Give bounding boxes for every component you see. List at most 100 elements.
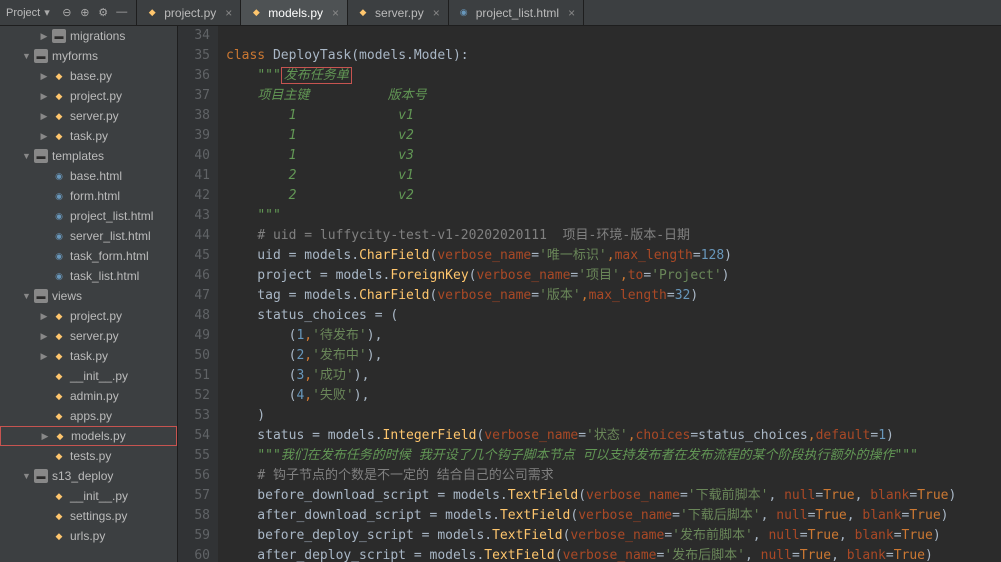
code-line[interactable]: status = models.IntegerField(verbose_nam… (226, 426, 1001, 446)
tree-arrow-icon[interactable]: ▶ (41, 431, 49, 442)
tree-item[interactable]: ▶◆models.py (0, 426, 177, 446)
tree-arrow-icon[interactable]: ▶ (40, 111, 48, 122)
tree-item[interactable]: ◆urls.py (0, 526, 177, 546)
tree-arrow-icon[interactable]: ▼ (22, 51, 30, 61)
project-tool-header: Project ▾ ⊖ ⊕ ⚙ — (0, 0, 137, 25)
tree-item[interactable]: ▶▬migrations (0, 26, 177, 46)
code-line[interactable]: 1 v2 (226, 126, 1001, 146)
tree-item[interactable]: ▶◆server.py (0, 326, 177, 346)
tree-label: __init__.py (70, 489, 128, 503)
line-number: 55 (178, 446, 210, 466)
code-line[interactable]: after_download_script = models.TextField… (226, 506, 1001, 526)
close-icon[interactable]: × (568, 6, 575, 20)
editor-tab[interactable]: ◉project_list.html× (449, 0, 584, 25)
code-line[interactable]: after_deploy_script = models.TextField(v… (226, 546, 1001, 562)
code-line[interactable]: class DeployTask(models.Model): (226, 46, 1001, 66)
line-number: 37 (178, 86, 210, 106)
tree-item[interactable]: ▶◆project.py (0, 306, 177, 326)
line-number: 59 (178, 526, 210, 546)
tree-item[interactable]: ◆tests.py (0, 446, 177, 466)
code-line[interactable]: ) (226, 406, 1001, 426)
tree-item[interactable]: ▶◆task.py (0, 346, 177, 366)
tree-item[interactable]: ▶◆task.py (0, 126, 177, 146)
line-number: 50 (178, 346, 210, 366)
tree-arrow-icon[interactable]: ▼ (22, 151, 30, 161)
code-line[interactable]: # 钩子节点的个数是不一定的 结合自己的公司需求 (226, 466, 1001, 486)
tree-item[interactable]: ▼▬s13_deploy (0, 466, 177, 486)
code-line[interactable]: """ (226, 206, 1001, 226)
tree-item[interactable]: ◆apps.py (0, 406, 177, 426)
code-line[interactable]: (4,'失败'), (226, 386, 1001, 406)
dropdown-icon[interactable]: ▾ (44, 6, 58, 20)
tree-item[interactable]: ◉project_list.html (0, 206, 177, 226)
tree-item[interactable]: ◉form.html (0, 186, 177, 206)
code-area[interactable]: class DeployTask(models.Model): """发布任务单… (218, 26, 1001, 562)
tree-item[interactable]: ▼▬templates (0, 146, 177, 166)
code-line[interactable]: (2,'发布中'), (226, 346, 1001, 366)
code-line[interactable]: 2 v1 (226, 166, 1001, 186)
tree-item[interactable]: ▶◆project.py (0, 86, 177, 106)
tree-label: base.html (70, 169, 122, 183)
tree-arrow-icon[interactable]: ▶ (40, 31, 48, 42)
tree-arrow-icon[interactable]: ▼ (22, 471, 30, 481)
tree-arrow-icon[interactable]: ▶ (40, 331, 48, 342)
py-icon: ◆ (52, 309, 66, 323)
tree-item[interactable]: ▼▬myforms (0, 46, 177, 66)
code-line[interactable]: (3,'成功'), (226, 366, 1001, 386)
tree-arrow-icon[interactable]: ▶ (40, 351, 48, 362)
editor-tab[interactable]: ◆models.py× (241, 0, 348, 25)
tree-item[interactable]: ◉task_list.html (0, 266, 177, 286)
code-line[interactable] (226, 26, 1001, 46)
tree-item[interactable]: ◆__init__.py (0, 486, 177, 506)
close-icon[interactable]: × (433, 6, 440, 20)
collapse-icon[interactable]: ⊖ (62, 6, 76, 20)
tree-item[interactable]: ▶◆server.py (0, 106, 177, 126)
code-line[interactable]: project = models.ForeignKey(verbose_name… (226, 266, 1001, 286)
tree-arrow-icon[interactable]: ▶ (40, 311, 48, 322)
line-number: 56 (178, 466, 210, 486)
project-tree[interactable]: ▶▬migrations▼▬myforms▶◆base.py▶◆project.… (0, 26, 178, 562)
code-line[interactable]: # uid = luffycity-test-v1-20202020111 项目… (226, 226, 1001, 246)
tree-item[interactable]: ▶◆base.py (0, 66, 177, 86)
tree-item[interactable]: ◉base.html (0, 166, 177, 186)
code-line[interactable]: 1 v3 (226, 146, 1001, 166)
tree-item[interactable]: ◆settings.py (0, 506, 177, 526)
tree-arrow-icon[interactable]: ▶ (40, 71, 48, 82)
tree-item[interactable]: ◉server_list.html (0, 226, 177, 246)
close-icon[interactable]: × (225, 6, 232, 20)
tab-label: project_list.html (476, 6, 559, 20)
line-number: 53 (178, 406, 210, 426)
close-icon[interactable]: × (332, 6, 339, 20)
hide-icon[interactable]: — (116, 6, 130, 20)
code-line[interactable]: before_download_script = models.TextFiel… (226, 486, 1001, 506)
line-number: 48 (178, 306, 210, 326)
line-number: 47 (178, 286, 210, 306)
tree-arrow-icon[interactable]: ▶ (40, 131, 48, 142)
code-line[interactable]: (1,'待发布'), (226, 326, 1001, 346)
expand-icon[interactable]: ⊕ (80, 6, 94, 20)
code-line[interactable]: uid = models.CharField(verbose_name='唯一标… (226, 246, 1001, 266)
code-editor[interactable]: 3435363738394041424344454647484950515253… (178, 26, 1001, 562)
tree-arrow-icon[interactable]: ▶ (40, 91, 48, 102)
editor-tab[interactable]: ◆server.py× (348, 0, 449, 25)
line-number: 41 (178, 166, 210, 186)
code-line[interactable]: 1 v1 (226, 106, 1001, 126)
code-line[interactable]: status_choices = ( (226, 306, 1001, 326)
code-line[interactable]: 项目主键 版本号 (226, 86, 1001, 106)
code-line[interactable]: """发布任务单 (226, 66, 1001, 86)
gear-icon[interactable]: ⚙ (98, 6, 112, 20)
line-number: 44 (178, 226, 210, 246)
py-icon: ◆ (52, 509, 66, 523)
tree-item[interactable]: ◉task_form.html (0, 246, 177, 266)
code-line[interactable]: """我们在发布任务的时候 我开设了几个钩子脚本节点 可以支持发布者在发布流程的… (226, 446, 1001, 466)
py-icon: ◆ (52, 389, 66, 403)
code-line[interactable]: 2 v2 (226, 186, 1001, 206)
tree-item[interactable]: ◆__init__.py (0, 366, 177, 386)
code-line[interactable]: before_deploy_script = models.TextField(… (226, 526, 1001, 546)
line-number: 35 (178, 46, 210, 66)
tree-item[interactable]: ▼▬views (0, 286, 177, 306)
code-line[interactable]: tag = models.CharField(verbose_name='版本'… (226, 286, 1001, 306)
editor-tab[interactable]: ◆project.py× (137, 0, 241, 25)
tree-arrow-icon[interactable]: ▼ (22, 291, 30, 301)
tree-item[interactable]: ◆admin.py (0, 386, 177, 406)
